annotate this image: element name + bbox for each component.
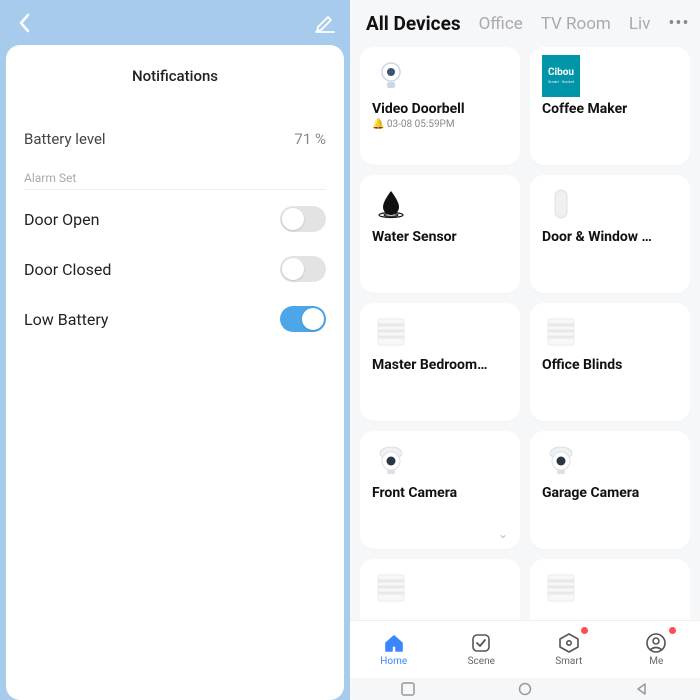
device-name: Garage Camera	[542, 485, 678, 501]
cam-icon	[372, 441, 410, 479]
tab-all-devices[interactable]: All Devices	[366, 12, 461, 35]
device-card-partial[interactable]	[530, 559, 690, 620]
notifications-card: Notifications Battery level 71 % Alarm S…	[6, 45, 344, 700]
device-card-partial[interactable]	[360, 559, 520, 620]
toggle-switch[interactable]	[280, 306, 326, 332]
tab-office[interactable]: Office	[479, 14, 523, 34]
nav-label: Smart	[555, 656, 582, 667]
toggle-label: Door Closed	[24, 260, 111, 279]
tab-tv-room[interactable]: TV Room	[541, 14, 611, 34]
more-icon[interactable]: •••	[668, 13, 689, 34]
blinds-icon	[372, 313, 410, 351]
device-grid: Video Doorbell 🔔 03-08 05:59PM CibouSmart …	[350, 43, 700, 620]
battery-value: 71 %	[294, 130, 326, 148]
scene-icon	[470, 632, 492, 654]
doorbell-icon	[372, 57, 410, 95]
android-nav-bar	[350, 678, 700, 700]
nav-label: Me	[649, 656, 663, 667]
chevron-down-icon[interactable]: ⌄	[498, 527, 508, 541]
battery-label: Battery level	[24, 130, 106, 148]
nav-label: Scene	[468, 656, 495, 667]
device-tabs: All Devices Office TV Room Liv •••	[350, 0, 700, 43]
toggle-switch[interactable]	[280, 256, 326, 282]
devices-panel: All Devices Office TV Room Liv ••• Video Doo…	[350, 0, 700, 700]
device-name: Video Doorbell	[372, 101, 508, 117]
home-icon	[383, 632, 405, 654]
device-card-office-blinds[interactable]: Office Blinds	[530, 303, 690, 421]
device-name: Door & Window …	[542, 229, 678, 245]
me-icon	[645, 632, 667, 654]
home-icon[interactable]	[517, 681, 533, 697]
edit-icon[interactable]	[310, 8, 340, 38]
toggle-label: Door Open	[24, 210, 99, 229]
blinds-icon	[542, 313, 580, 351]
nav-home[interactable]: Home	[350, 621, 438, 678]
device-card-video-doorbell[interactable]: Video Doorbell 🔔 03-08 05:59PM	[360, 47, 520, 165]
card-title: Notifications	[24, 45, 326, 115]
nav-label: Home	[380, 656, 407, 667]
battery-row: Battery level 71 %	[24, 115, 326, 163]
toggle-row-door-closed: Door Closed	[24, 244, 326, 294]
cibou-icon: CibouSmart · Socket	[542, 57, 580, 95]
device-card-water-sensor[interactable]: Water Sensor	[360, 175, 520, 293]
nav-smart[interactable]: Smart	[525, 621, 613, 678]
alarm-section-label: Alarm Set	[24, 163, 326, 190]
cam-icon	[542, 441, 580, 479]
device-name: Office Blinds	[542, 357, 678, 373]
toggle-label: Low Battery	[24, 310, 109, 329]
bottom-nav: Home Scene Smart Me	[350, 620, 700, 678]
device-name: Front Camera	[372, 485, 508, 501]
device-card-door-window-[interactable]: Door & Window …	[530, 175, 690, 293]
toggle-row-door-open: Door Open	[24, 194, 326, 244]
back-icon[interactable]	[10, 8, 40, 38]
notifications-panel: Notifications Battery level 71 % Alarm S…	[0, 0, 350, 700]
notification-dot	[581, 627, 588, 634]
device-card-garage-camera[interactable]: Garage Camera	[530, 431, 690, 549]
blinds-icon	[542, 569, 580, 607]
toggle-row-low-battery: Low Battery	[24, 294, 326, 344]
blinds-icon	[372, 569, 410, 607]
device-timestamp: 🔔 03-08 05:59PM	[372, 119, 508, 130]
smart-icon	[558, 632, 580, 654]
device-card-master-bedroom-[interactable]: Master Bedroom…	[360, 303, 520, 421]
water-icon	[372, 185, 410, 223]
notification-dot	[669, 627, 676, 634]
contact-icon	[542, 185, 580, 223]
device-card-coffee-maker[interactable]: CibouSmart · Socket Coffee Maker	[530, 47, 690, 165]
nav-me[interactable]: Me	[613, 621, 700, 678]
device-card-front-camera[interactable]: Front Camera ⌄	[360, 431, 520, 549]
left-header	[0, 0, 350, 45]
nav-scene[interactable]: Scene	[438, 621, 526, 678]
back-icon[interactable]	[634, 681, 650, 697]
device-name: Coffee Maker	[542, 101, 678, 117]
tab-liv[interactable]: Liv	[629, 14, 651, 34]
toggle-switch[interactable]	[280, 206, 326, 232]
recent-apps-icon[interactable]	[400, 681, 416, 697]
device-name: Water Sensor	[372, 229, 508, 245]
device-name: Master Bedroom…	[372, 357, 508, 373]
